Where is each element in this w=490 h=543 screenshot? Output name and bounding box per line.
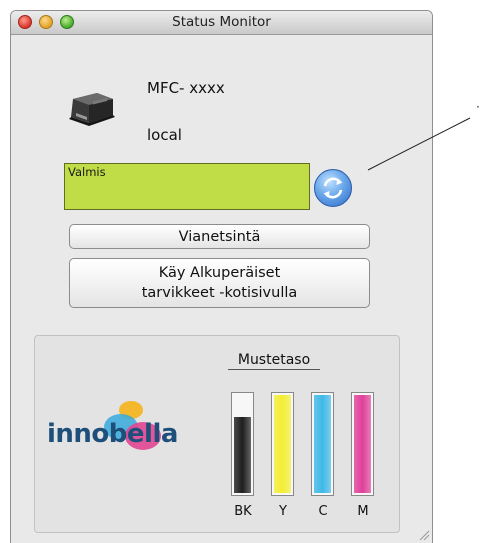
callout-line xyxy=(367,117,471,171)
callout-dot: · xyxy=(476,100,480,114)
